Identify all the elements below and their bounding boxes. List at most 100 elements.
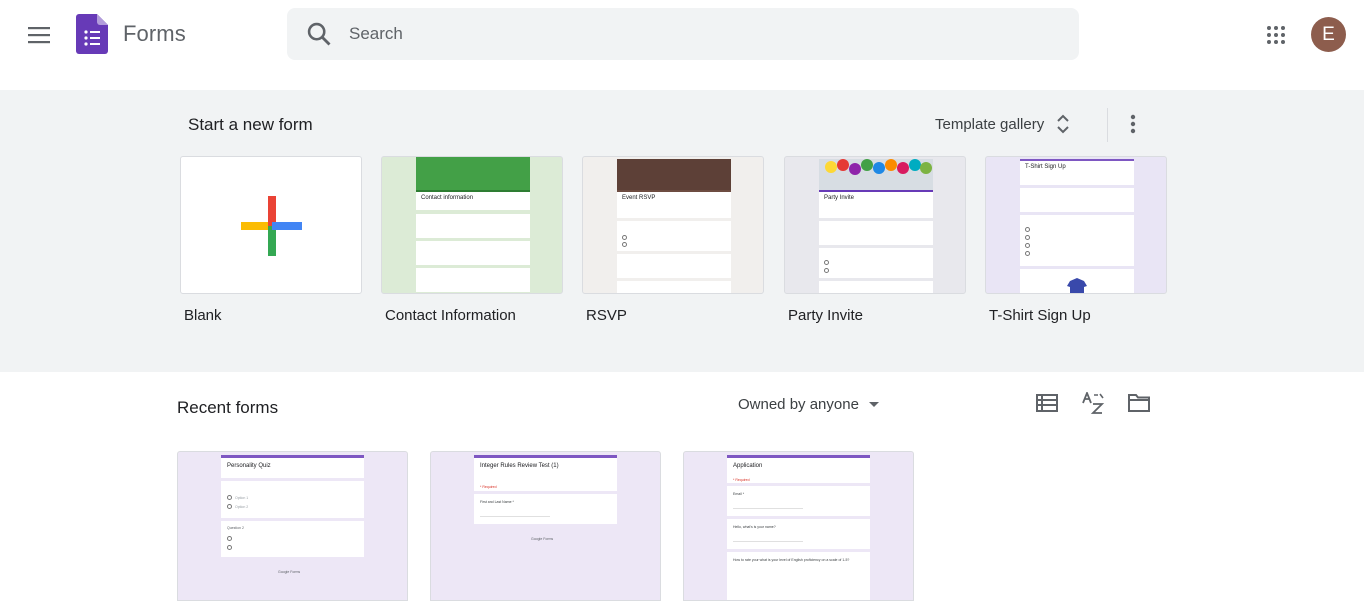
form-title-card: Contact information <box>416 190 530 210</box>
question-card <box>617 221 731 251</box>
recent-forms-title: Recent forms <box>177 398 279 417</box>
recent-form-card[interactable]: Integer Rules Review Test (1) * Required… <box>430 451 661 601</box>
answer-line <box>733 508 803 509</box>
unfold-more-icon <box>1057 114 1069 134</box>
answer-line <box>733 541 803 542</box>
preview-title: Party Invite <box>824 195 855 201</box>
preview-title: Application <box>733 463 763 469</box>
question-card <box>416 241 530 265</box>
option-label: Option 1 <box>235 496 249 500</box>
form-title-card: Application * Required <box>727 455 870 483</box>
radio-button <box>227 504 232 509</box>
plus-icon <box>241 196 302 256</box>
question-card <box>1020 188 1134 212</box>
form-title-card: T-Shirt Sign Up <box>1020 159 1134 185</box>
header-image <box>617 159 731 190</box>
preview-title: Event RSVP <box>622 195 656 201</box>
divider <box>1107 108 1108 142</box>
template-thumbnail-rsvp[interactable]: Event RSVP <box>582 156 764 294</box>
radio-button <box>824 268 829 273</box>
question-label: Email * <box>733 492 745 496</box>
preview-title: T-Shirt Sign Up <box>1025 164 1066 170</box>
required-note: * Required <box>480 485 497 489</box>
google-forms-footer: Google Forms <box>278 570 301 574</box>
more-vert-icon <box>1130 114 1136 134</box>
menu-icon <box>28 27 50 44</box>
template-card-contact-information[interactable]: Contact information Contact Information <box>381 156 563 324</box>
template-card-blank[interactable]: Blank <box>180 156 362 324</box>
answer-line <box>480 516 550 517</box>
owner-filter-dropdown[interactable]: Owned by anyone <box>730 390 887 418</box>
search-bar[interactable] <box>287 8 1079 60</box>
question-card <box>617 281 731 293</box>
question-label: First and Last Name * <box>480 500 514 504</box>
template-thumbnail-tshirt-sign-up[interactable]: T-Shirt Sign Up <box>985 156 1167 294</box>
preview-title: Integer Rules Review Test (1) <box>480 463 559 469</box>
form-title-card: Party Invite <box>819 190 933 218</box>
question-card <box>416 214 530 238</box>
top-app-bar: Forms E <box>0 0 1364 70</box>
search-input[interactable] <box>349 8 1049 60</box>
question-label: Hello, what's is your name? <box>733 525 776 529</box>
main-menu-button[interactable] <box>16 12 62 58</box>
preview-title: Personality Quiz <box>227 463 271 469</box>
google-forms-footer: Google Forms <box>531 537 554 541</box>
sort-az-icon <box>1082 392 1105 414</box>
balloons-image <box>819 159 933 190</box>
recent-form-card[interactable]: Personality Quiz Option 1 Option 2 Quest… <box>177 451 408 601</box>
apps-grid-icon <box>1267 26 1285 44</box>
question-card: Email * <box>727 486 870 516</box>
template-gallery-label: Template gallery <box>935 115 1045 133</box>
radio-button <box>227 495 232 500</box>
radio-button <box>622 242 627 247</box>
template-section: Start a new form Template gallery Blank <box>0 90 1364 372</box>
question-card <box>1020 215 1134 266</box>
question-label: How to rate your what is your level of E… <box>733 558 850 562</box>
template-thumbnail-contact-information[interactable]: Contact information <box>381 156 563 294</box>
google-apps-button[interactable] <box>1256 15 1296 55</box>
tshirt-image <box>1067 278 1087 293</box>
template-gallery-button[interactable]: Template gallery <box>925 106 1080 142</box>
template-label: Contact Information <box>385 307 516 324</box>
form-title-card: Integer Rules Review Test (1) * Required <box>474 455 617 491</box>
option-label: Option 2 <box>235 505 249 509</box>
account-avatar[interactable]: E <box>1311 17 1346 52</box>
question-card: Question 2 <box>221 521 364 557</box>
radio-button <box>227 536 232 541</box>
template-card-tshirt-sign-up[interactable]: T-Shirt Sign Up T-Shirt Sign Up <box>985 156 1167 324</box>
template-label: Blank <box>184 307 222 324</box>
radio-button <box>824 260 829 265</box>
recent-form-card[interactable]: Application * Required Email * Hello, wh… <box>683 451 914 601</box>
question-card: Hello, what's is your name? <box>727 519 870 549</box>
radio-button <box>1025 227 1030 232</box>
question-card: First and Last Name * <box>474 494 617 524</box>
radio-button <box>1025 235 1030 240</box>
template-thumbnail-blank[interactable] <box>180 156 362 294</box>
radio-button <box>227 545 232 550</box>
forms-logo-icon[interactable] <box>76 14 108 54</box>
more-options-button[interactable] <box>1116 107 1150 141</box>
preview-title: Contact information <box>421 195 474 201</box>
dropdown-arrow-icon <box>868 401 879 407</box>
template-label: Party Invite <box>788 307 864 324</box>
template-thumbnail-party-invite[interactable]: Party Invite <box>784 156 966 294</box>
template-label: RSVP <box>586 307 627 324</box>
template-label: T-Shirt Sign Up <box>989 307 1091 324</box>
open-file-picker-button[interactable] <box>1121 385 1157 421</box>
question-card <box>416 268 530 292</box>
radio-button <box>1025 251 1030 256</box>
question-card <box>819 281 933 293</box>
sort-button[interactable] <box>1075 385 1111 421</box>
question-card <box>617 254 731 278</box>
question-card <box>819 221 933 245</box>
template-card-rsvp[interactable]: Event RSVP RSVP <box>582 156 764 324</box>
app-title[interactable]: Forms <box>123 21 186 47</box>
required-note: * Required <box>733 478 750 482</box>
list-view-button[interactable] <box>1029 385 1065 421</box>
header-image <box>416 157 530 190</box>
template-card-party-invite[interactable]: Party Invite Party Invite <box>784 156 966 324</box>
question-card <box>1020 269 1134 293</box>
question-card <box>819 248 933 278</box>
radio-button <box>1025 243 1030 248</box>
search-icon[interactable] <box>305 20 333 48</box>
